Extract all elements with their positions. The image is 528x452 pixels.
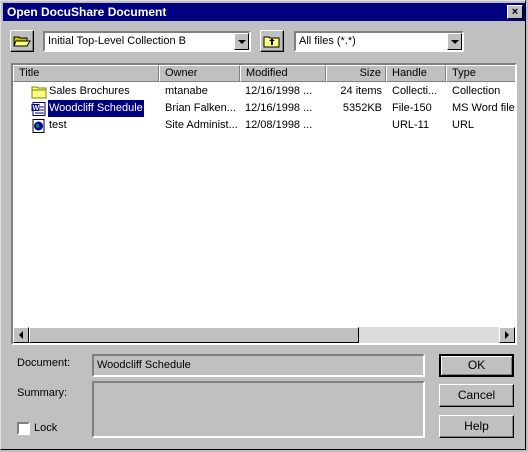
item-handle: URL-11 [392,119,430,131]
item-owner: Site Administ... [165,119,238,131]
window-title: Open DocuShare Document [7,5,167,19]
item-size: 24 items [340,85,382,97]
url-globe-icon [32,119,45,133]
chevron-down-icon[interactable] [447,33,462,50]
file-type-filter-value: All files (*.*) [299,35,356,47]
item-handle: File-150 [392,102,432,114]
item-title: Sales Brochures [49,85,130,97]
column-header-title[interactable]: Title [13,65,159,82]
item-owner: mtanabe [165,85,208,97]
document-field[interactable]: Woodcliff Schedule [92,354,425,377]
lock-label: Lock [34,422,58,434]
open-docushare-dialog: Open DocuShare Document × Initial Top-Le… [0,0,526,450]
file-type-filter-dropdown[interactable]: All files (*.*) [294,31,464,52]
column-header-modified[interactable]: Modified [240,65,326,82]
column-header-type[interactable]: Type [446,65,515,82]
item-modified: 12/16/1998 ... [245,102,313,114]
item-size: 5352KB [342,102,382,114]
title-bar: Open DocuShare Document × [3,3,525,21]
column-header-size[interactable]: Size [326,65,386,82]
up-one-level-button[interactable] [260,30,284,52]
item-type: MS Word file [452,102,515,114]
item-type: URL [452,119,475,131]
collection-dropdown[interactable]: Initial Top-Level Collection B [43,31,251,52]
arrow-right-icon [505,331,509,339]
document-list: Title Owner Modified Size Handle Type Sa… [11,63,517,345]
arrow-left-icon [19,331,23,339]
item-owner: Brian Falken... [165,102,236,114]
svg-text:W: W [33,105,40,112]
word-document-icon: W [31,102,46,116]
column-header-handle[interactable]: Handle [386,65,446,82]
horizontal-scrollbar[interactable] [13,327,515,343]
document-label: Document: [17,357,71,369]
summary-field[interactable] [92,381,425,438]
open-folder-icon [13,36,31,47]
item-type: Collection [452,85,501,97]
scroll-right-button[interactable] [499,327,515,343]
collection-value: Initial Top-Level Collection B [48,35,186,47]
column-header-owner[interactable]: Owner [159,65,240,82]
list-item[interactable]: Sales Brochures mtanabe 12/16/1998 ... 2… [13,83,515,100]
help-button[interactable]: Help [439,415,514,438]
ok-button[interactable]: OK [439,354,514,377]
chevron-down-icon[interactable] [234,33,249,50]
folder-up-icon [263,36,280,48]
item-handle: Collecti... [392,85,438,97]
list-item[interactable]: W Woodcliff Schedule Brian Falken... 12/… [13,99,515,118]
folder-icon [31,86,47,99]
close-button[interactable]: × [507,5,523,19]
item-modified: 12/08/1998 ... [245,119,313,131]
cancel-button[interactable]: Cancel [439,384,514,407]
scroll-left-button[interactable] [13,327,29,343]
item-title: Woodcliff Schedule [47,99,145,118]
open-folder-button[interactable] [10,30,34,52]
item-title: test [49,119,67,131]
list-item[interactable]: test Site Administ... 12/08/1998 ... URL… [13,117,515,134]
lock-checkbox[interactable] [17,422,30,435]
scrollbar-thumb[interactable] [29,327,359,343]
summary-label: Summary: [17,387,68,399]
item-modified: 12/16/1998 ... [245,85,313,97]
document-value: Woodcliff Schedule [97,359,191,371]
